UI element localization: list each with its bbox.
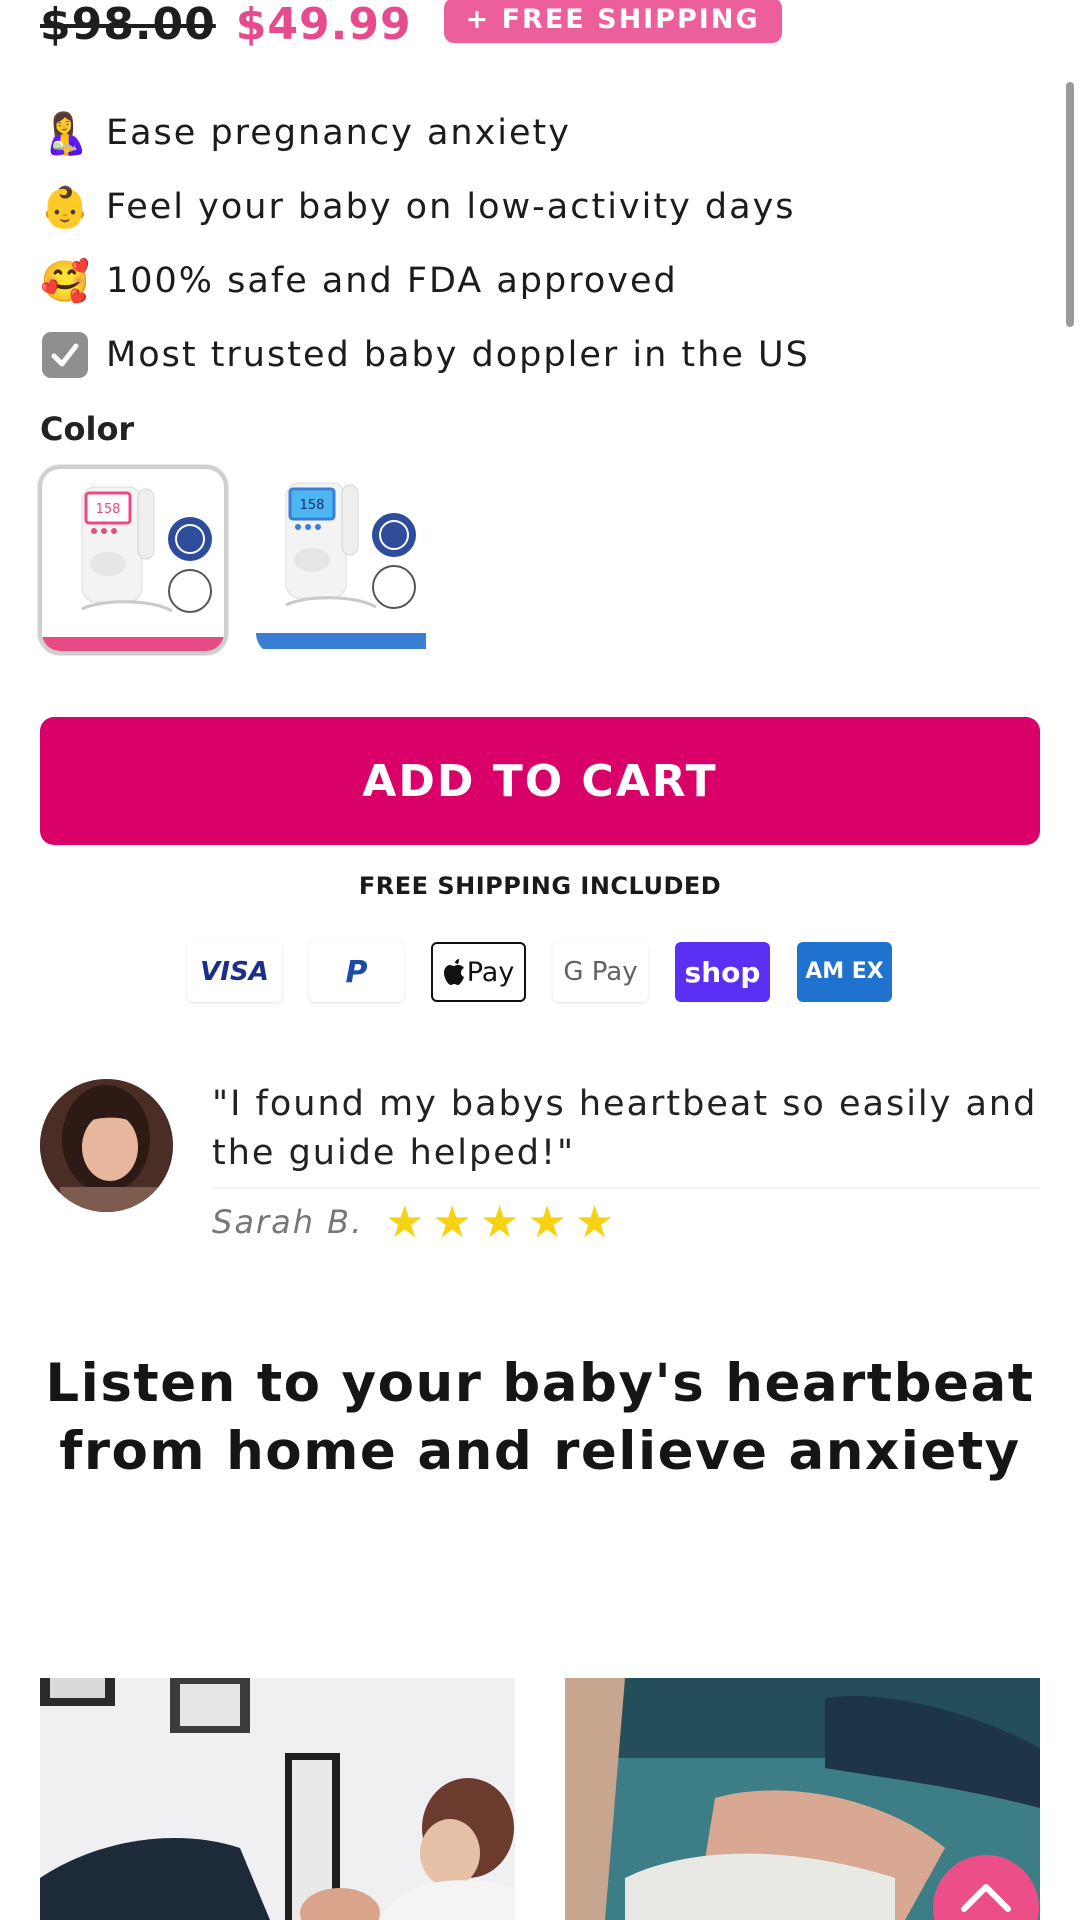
- review-divider: [212, 1187, 1040, 1189]
- apple-pay-icon: Pay: [431, 942, 526, 1002]
- benefit-text: Most trusted baby doppler in the US: [106, 335, 810, 375]
- check-box-bg: [42, 332, 88, 378]
- google-pay-icon: G Pay: [553, 942, 648, 1002]
- section-headline: Listen to your baby's heartbeat from hom…: [45, 1353, 1035, 1482]
- mother-baby-emoji-icon: 🤱: [40, 110, 90, 157]
- color-label: Color: [40, 410, 135, 448]
- original-price: $98.00: [40, 0, 216, 50]
- star-icon: ★: [432, 1197, 472, 1248]
- sale-price: $49.99: [235, 0, 412, 50]
- reviewer-avatar: [40, 1079, 173, 1212]
- benefit-item: 👶 Feel your baby on low-activity days: [40, 170, 1040, 244]
- price-row: $98.00 $49.99 + FREE SHIPPING: [40, 0, 782, 54]
- check-box-icon: [40, 330, 90, 380]
- color-swatch-blue[interactable]: 158: [256, 465, 446, 655]
- review-quote: "I found my babys heartbeat so easily an…: [212, 1084, 1038, 1173]
- shop-pay-icon: shop: [675, 942, 770, 1002]
- benefits-list: 🤱 Ease pregnancy anxiety 👶 Feel your bab…: [40, 96, 1040, 392]
- add-to-cart-button[interactable]: ADD TO CART: [40, 717, 1040, 845]
- blue-doppler-image: 158: [256, 482, 426, 649]
- apple-pay-label: Pay: [466, 956, 515, 988]
- chevron-up-icon: [961, 1884, 1011, 1912]
- star-icon: ★: [574, 1197, 615, 1248]
- benefit-text: 100% safe and FDA approved: [106, 261, 678, 301]
- benefit-text: Feel your baby on low-activity days: [106, 187, 796, 227]
- star-icon: ★: [385, 1197, 425, 1248]
- pink-doppler-image: 158: [42, 486, 224, 651]
- smiling-hearts-emoji-icon: 🥰: [40, 258, 90, 305]
- star-icon: ★: [527, 1197, 567, 1248]
- screen-reading: 158: [300, 498, 325, 513]
- benefit-item: Most trusted baby doppler in the US: [40, 318, 1040, 392]
- screen-reading: 158: [96, 502, 121, 517]
- visa-icon: VISA: [187, 942, 282, 1002]
- review-author: Sarah B.: [212, 1203, 364, 1241]
- scrollbar[interactable]: [1066, 82, 1074, 327]
- color-swatch-pink[interactable]: 158: [38, 465, 228, 655]
- paypal-icon: P: [309, 942, 404, 1002]
- lifestyle-photo-bedroom: [40, 1678, 515, 1920]
- apple-logo-icon: [443, 959, 464, 985]
- free-shipping-badge: + FREE SHIPPING: [443, 0, 782, 43]
- benefit-text: Ease pregnancy anxiety: [106, 113, 571, 153]
- review-rating: ★ ★ ★ ★ ★: [385, 1200, 614, 1246]
- baby-face-emoji-icon: 👶: [40, 184, 90, 231]
- benefit-item: 🤱 Ease pregnancy anxiety: [40, 96, 1040, 170]
- free-shipping-note: FREE SHIPPING INCLUDED: [358, 872, 722, 900]
- color-swatches: 158 158: [38, 465, 446, 655]
- payment-methods: VISA P Pay G Pay shop AM EX: [187, 942, 892, 1002]
- benefit-item: 🥰 100% safe and FDA approved: [40, 244, 1040, 318]
- star-icon: ★: [479, 1197, 520, 1248]
- amex-icon: AM EX: [797, 942, 892, 1002]
